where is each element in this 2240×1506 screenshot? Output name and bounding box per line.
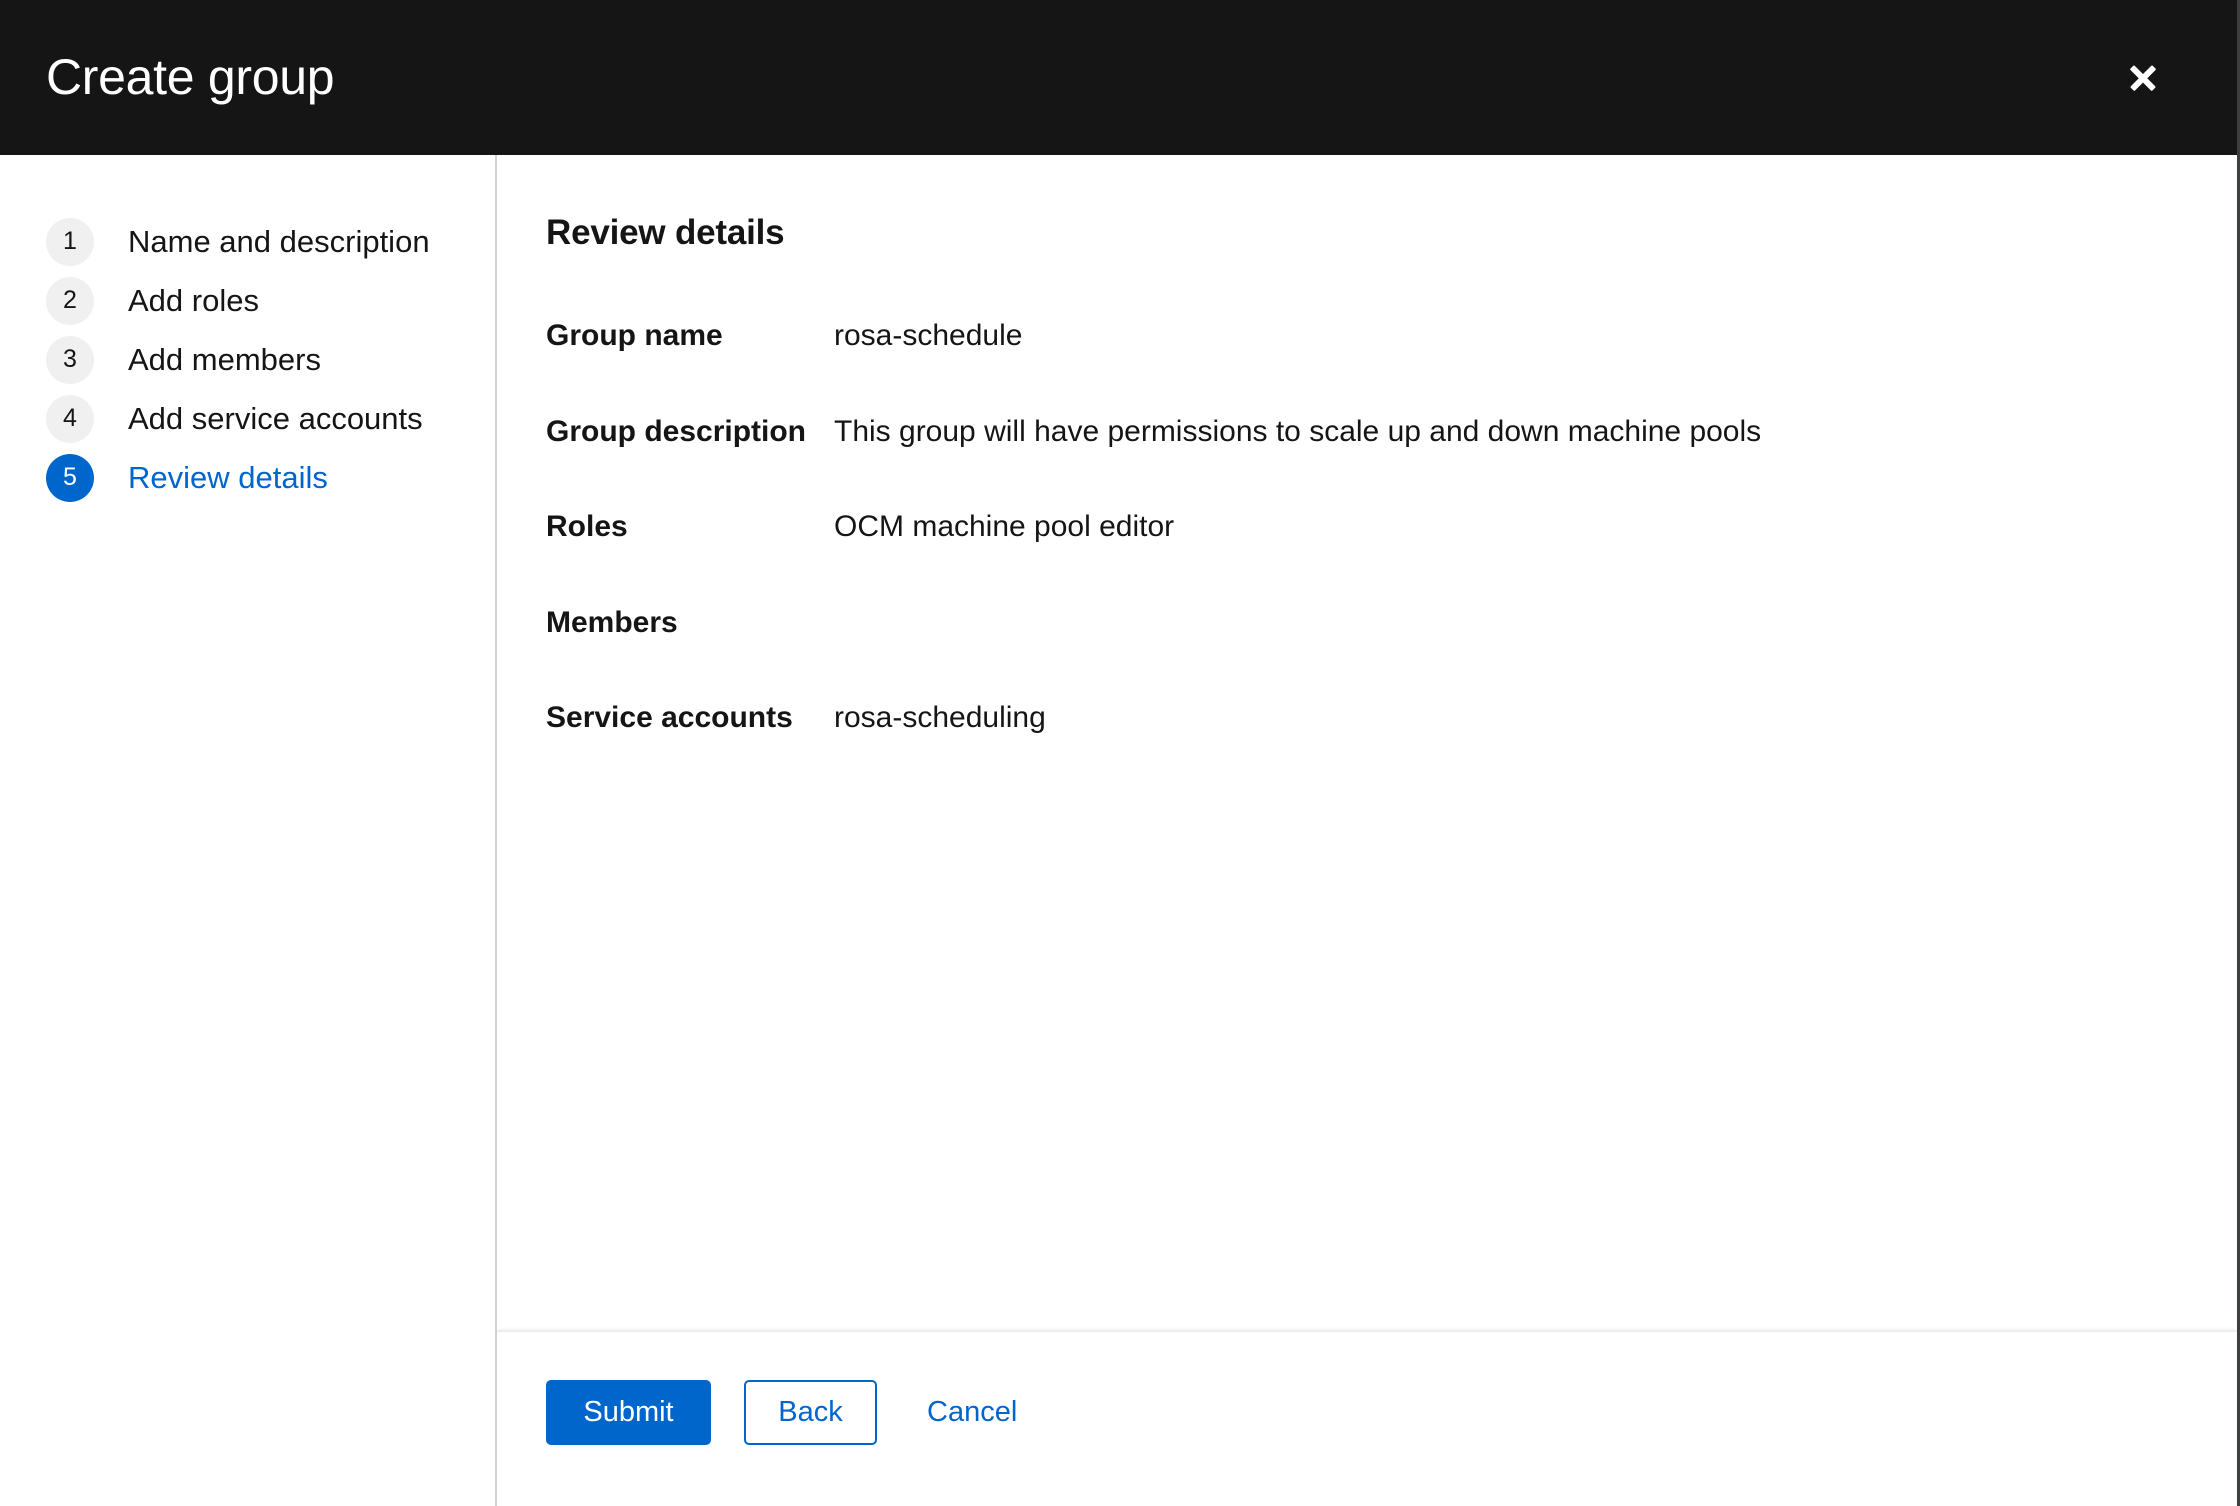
submit-button[interactable]: Submit [546,1380,711,1445]
step-number-badge: 2 [46,276,94,325]
step-number-badge: 1 [46,217,94,266]
detail-row-group-name: Group name rosa-schedule [546,317,2197,355]
detail-value: OCM machine pool editor [834,510,1175,543]
sidebar-item-label: Review details [128,459,328,495]
step-number-badge: 3 [46,335,94,384]
detail-label: Service accounts [546,701,793,734]
back-button[interactable]: Back [744,1380,877,1445]
detail-label: Members [546,605,678,639]
step-number-badge: 4 [46,394,94,443]
sidebar-item-label: Name and description [128,223,430,259]
page-title: Create group [46,49,335,105]
sidebar-item-add-service-accounts[interactable]: 4 Add service accounts [0,389,495,448]
sidebar-item-label: Add roles [128,282,259,318]
detail-label: Group name [546,319,723,352]
sidebar-item-label: Add service accounts [128,400,423,436]
detail-value: This group will have permissions to scal… [834,414,1762,448]
sidebar-item-add-roles[interactable]: 2 Add roles [0,271,495,330]
content-title: Review details [546,213,785,252]
cancel-button[interactable]: Cancel [905,1380,1039,1445]
wizard-footer: Submit Back Cancel [497,1330,2237,1506]
modal-header: Create group [0,0,2237,155]
step-number-badge: 5 [46,453,94,502]
detail-label: Roles [546,510,628,543]
detail-value: rosa-schedule [834,319,1023,352]
wizard-nav: 1 Name and description 2 Add roles 3 Add… [0,155,497,1506]
detail-value: rosa-scheduling [834,701,1046,734]
detail-row-service-accounts: Service accounts rosa-scheduling [546,699,2197,737]
review-detail-list: Group name rosa-schedule Group descripti… [546,317,2197,737]
close-button[interactable] [2109,44,2177,112]
sidebar-item-label: Add members [128,341,321,377]
detail-row-members: Members [546,604,2197,642]
detail-row-group-description: Group description This group will have p… [546,413,2197,451]
detail-row-roles: Roles OCM machine pool editor [546,508,2197,546]
modal-body: 1 Name and description 2 Add roles 3 Add… [0,155,2237,1506]
wizard-step-list: 1 Name and description 2 Add roles 3 Add… [0,212,495,507]
sidebar-item-review-details[interactable]: 5 Review details [0,448,495,507]
sidebar-item-add-members[interactable]: 3 Add members [0,330,495,389]
create-group-modal: Create group 1 Name and description 2 Ad… [0,0,2240,1506]
review-details-content: Review details Group name rosa-schedule … [497,155,2237,1330]
sidebar-item-name-and-description[interactable]: 1 Name and description [0,212,495,271]
detail-label: Group description [546,414,807,448]
wizard-main-panel: Review details Group name rosa-schedule … [497,155,2237,1506]
close-icon [2128,63,2158,93]
